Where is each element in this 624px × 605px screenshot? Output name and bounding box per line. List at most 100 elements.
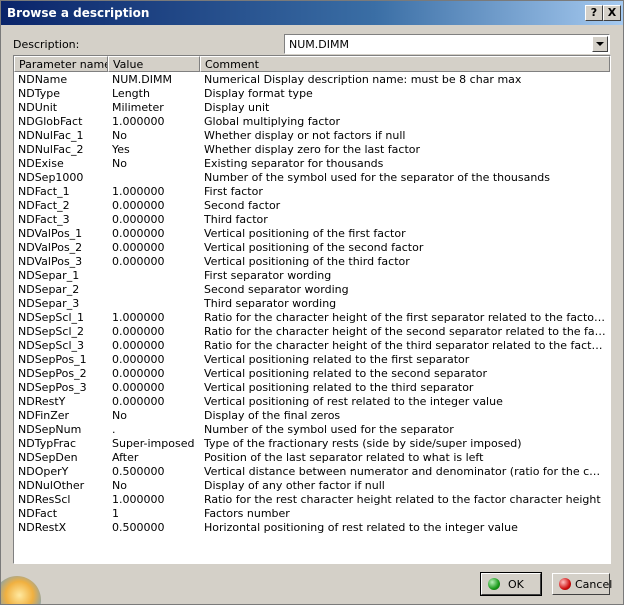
table-row[interactable]: NDTypFrac Super-imposed Type of the fracti… [14, 437, 610, 451]
table-row[interactable]: NDSepDen After Position of the last separa… [14, 451, 610, 465]
value-cell: 0.000000 [112, 227, 165, 240]
parameter-name-cell: NDSepar_1 [18, 269, 80, 282]
value-cell: 0.000000 [112, 367, 165, 380]
parameter-name-cell: NDSepScl_2 [18, 325, 85, 338]
table-row[interactable]: NDNulFac_2 Yes Whether display zero for th… [14, 143, 610, 157]
comment-cell: Ratio for the character height of the se… [204, 325, 606, 338]
value-cell: Milimeter [112, 101, 164, 114]
parameter-name-cell: NDFact_2 [18, 199, 70, 212]
comment-cell: Number of the symbol used for the separa… [204, 171, 551, 184]
comment-cell: Vertical positioning of the first factor [204, 227, 406, 240]
comment-cell: Vertical positioning related to the seco… [204, 367, 488, 380]
parameter-name-cell: NDSepNum [18, 423, 82, 436]
table-row[interactable]: NDGlobFact 1.000000 Global multiplying fac… [14, 115, 610, 129]
parameter-name-cell: NDSepar_2 [18, 283, 80, 296]
parameter-name-cell: NDFact_3 [18, 213, 70, 226]
parameter-name-cell: NDValPos_2 [18, 241, 83, 254]
table-row[interactable]: NDRestY 0.000000 Vertical positioning of r… [14, 395, 610, 409]
value-cell: NUM.DIMM [112, 73, 172, 86]
table-row[interactable]: NDSepScl_1 1.000000 Ratio for the characte… [14, 311, 610, 325]
catia-logo-icon [1, 566, 53, 604]
table-row[interactable]: NDOperY 0.500000 Vertical distance between… [14, 465, 610, 479]
value-cell: No [112, 157, 127, 170]
comment-cell: Vertical positioning related to the firs… [204, 353, 470, 366]
list-rows: NDName NUM.DIMM Numerical Display descript… [14, 73, 610, 535]
table-row[interactable]: NDFact_1 1.000000 First factor [14, 185, 610, 199]
comment-cell: Vertical distance between numerator and … [204, 465, 606, 478]
comment-cell: First factor [204, 185, 263, 198]
value-cell: Super-imposed [112, 437, 195, 450]
table-row[interactable]: NDSepScl_3 0.000000 Ratio for the characte… [14, 339, 610, 353]
parameter-name-cell: NDExise [18, 157, 64, 170]
value-cell: 0.000000 [112, 395, 165, 408]
close-button[interactable]: X [603, 5, 621, 21]
parameter-name-cell: NDSepar_3 [18, 297, 80, 310]
table-row[interactable]: NDSepPos_1 0.000000 Vertical positioning r… [14, 353, 610, 367]
cancel-button[interactable]: Cancel [552, 573, 612, 595]
table-row[interactable]: NDNulFac_1 No Whether display or not facto… [14, 129, 610, 143]
value-cell: No [112, 409, 127, 422]
comment-cell: Display format type [204, 87, 313, 100]
parameter-name-cell: NDUnit [18, 101, 58, 114]
value-cell: 0.000000 [112, 213, 165, 226]
parameter-name-cell: NDSepDen [18, 451, 78, 464]
table-row[interactable]: NDSepar_2 Second separator wording [14, 283, 610, 297]
value-cell: 1 [112, 507, 119, 520]
value-cell: 0.000000 [112, 339, 165, 352]
comment-cell: Position of the last separator related t… [204, 451, 484, 464]
table-row[interactable]: NDSepPos_2 0.000000 Vertical positioning r… [14, 367, 610, 381]
table-row[interactable]: NDSepNum. Number of the symbol used for t… [14, 423, 610, 437]
description-combo[interactable]: NUM.DIMM [284, 34, 610, 54]
table-row[interactable]: NDSep1000 Number of the symbol used for t… [14, 171, 610, 185]
parameter-name-cell: NDSepPos_1 [18, 353, 87, 366]
table-row[interactable]: NDFinZer No Display of the final zeros [14, 409, 610, 423]
green-dot-icon [488, 578, 500, 590]
table-row[interactable]: NDNulOther No Display of any other factor … [14, 479, 610, 493]
comment-cell: Second separator wording [204, 283, 349, 296]
column-header-parameter-name[interactable]: Parameter name [14, 56, 108, 72]
table-row[interactable]: NDRestX 0.500000 Horizontal positioning of… [14, 521, 610, 535]
table-row[interactable]: NDFact 1 Factors number [14, 507, 610, 521]
table-row[interactable]: NDFact_3 0.000000 Third factor [14, 213, 610, 227]
comment-cell: Second factor [204, 199, 281, 212]
table-row[interactable]: NDUnit Milimeter Display unit [14, 101, 610, 115]
table-row[interactable]: NDSepPos_3 0.000000 Vertical positioning r… [14, 381, 610, 395]
help-button[interactable]: ? [585, 5, 603, 21]
table-row[interactable]: NDResScl 1.000000 Ratio for the rest chara… [14, 493, 610, 507]
comment-cell: Horizontal positioning of rest related t… [204, 521, 518, 534]
table-row[interactable]: NDSepar_3 Third separator wording [14, 297, 610, 311]
parameter-name-cell: NDRestX [18, 521, 67, 534]
table-row[interactable]: NDName NUM.DIMM Numerical Display descript… [14, 73, 610, 87]
parameters-list[interactable]: Parameter name Value Comment NDName NUM.D… [13, 55, 611, 564]
column-header-value[interactable]: Value [108, 56, 200, 72]
comment-cell: Whether display or not factors if null [204, 129, 406, 142]
value-cell: No [112, 129, 127, 142]
value-cell: No [112, 479, 127, 492]
column-header-comment[interactable]: Comment [200, 56, 610, 72]
parameter-name-cell: NDNulFac_2 [18, 143, 84, 156]
table-row[interactable]: NDValPos_3 0.000000 Vertical positioning o… [14, 255, 610, 269]
parameter-name-cell: NDSep1000 [18, 171, 84, 184]
table-row[interactable]: NDExise No Existing separator for thousand… [14, 157, 610, 171]
parameter-name-cell: NDSepScl_3 [18, 339, 85, 352]
comment-cell: First separator wording [204, 269, 332, 282]
parameter-name-cell: NDValPos_3 [18, 255, 83, 268]
parameter-name-cell: NDSepPos_2 [18, 367, 87, 380]
table-row[interactable]: NDValPos_1 0.000000 Vertical positioning o… [14, 227, 610, 241]
value-cell: Length [112, 87, 150, 100]
comment-cell: Third factor [204, 213, 268, 226]
value-cell: After [112, 451, 139, 464]
table-row[interactable]: NDSepScl_2 0.000000 Ratio for the characte… [14, 325, 610, 339]
parameter-name-cell: NDSepScl_1 [18, 311, 85, 324]
ok-button[interactable]: OK [480, 572, 542, 596]
comment-cell: Ratio for the character height of the fi… [204, 311, 606, 324]
comment-cell: Vertical positioning of the second facto… [204, 241, 424, 254]
chevron-down-icon[interactable] [592, 36, 608, 52]
table-row[interactable]: NDFact_2 0.000000 Second factor [14, 199, 610, 213]
table-row[interactable]: NDSepar_1 First separator wording [14, 269, 610, 283]
list-header: Parameter name Value Comment [14, 56, 610, 72]
table-row[interactable]: NDType Length Display format type [14, 87, 610, 101]
table-row[interactable]: NDValPos_2 0.000000 Vertical positioning o… [14, 241, 610, 255]
comment-cell: Factors number [204, 507, 290, 520]
value-cell: 0.000000 [112, 381, 165, 394]
